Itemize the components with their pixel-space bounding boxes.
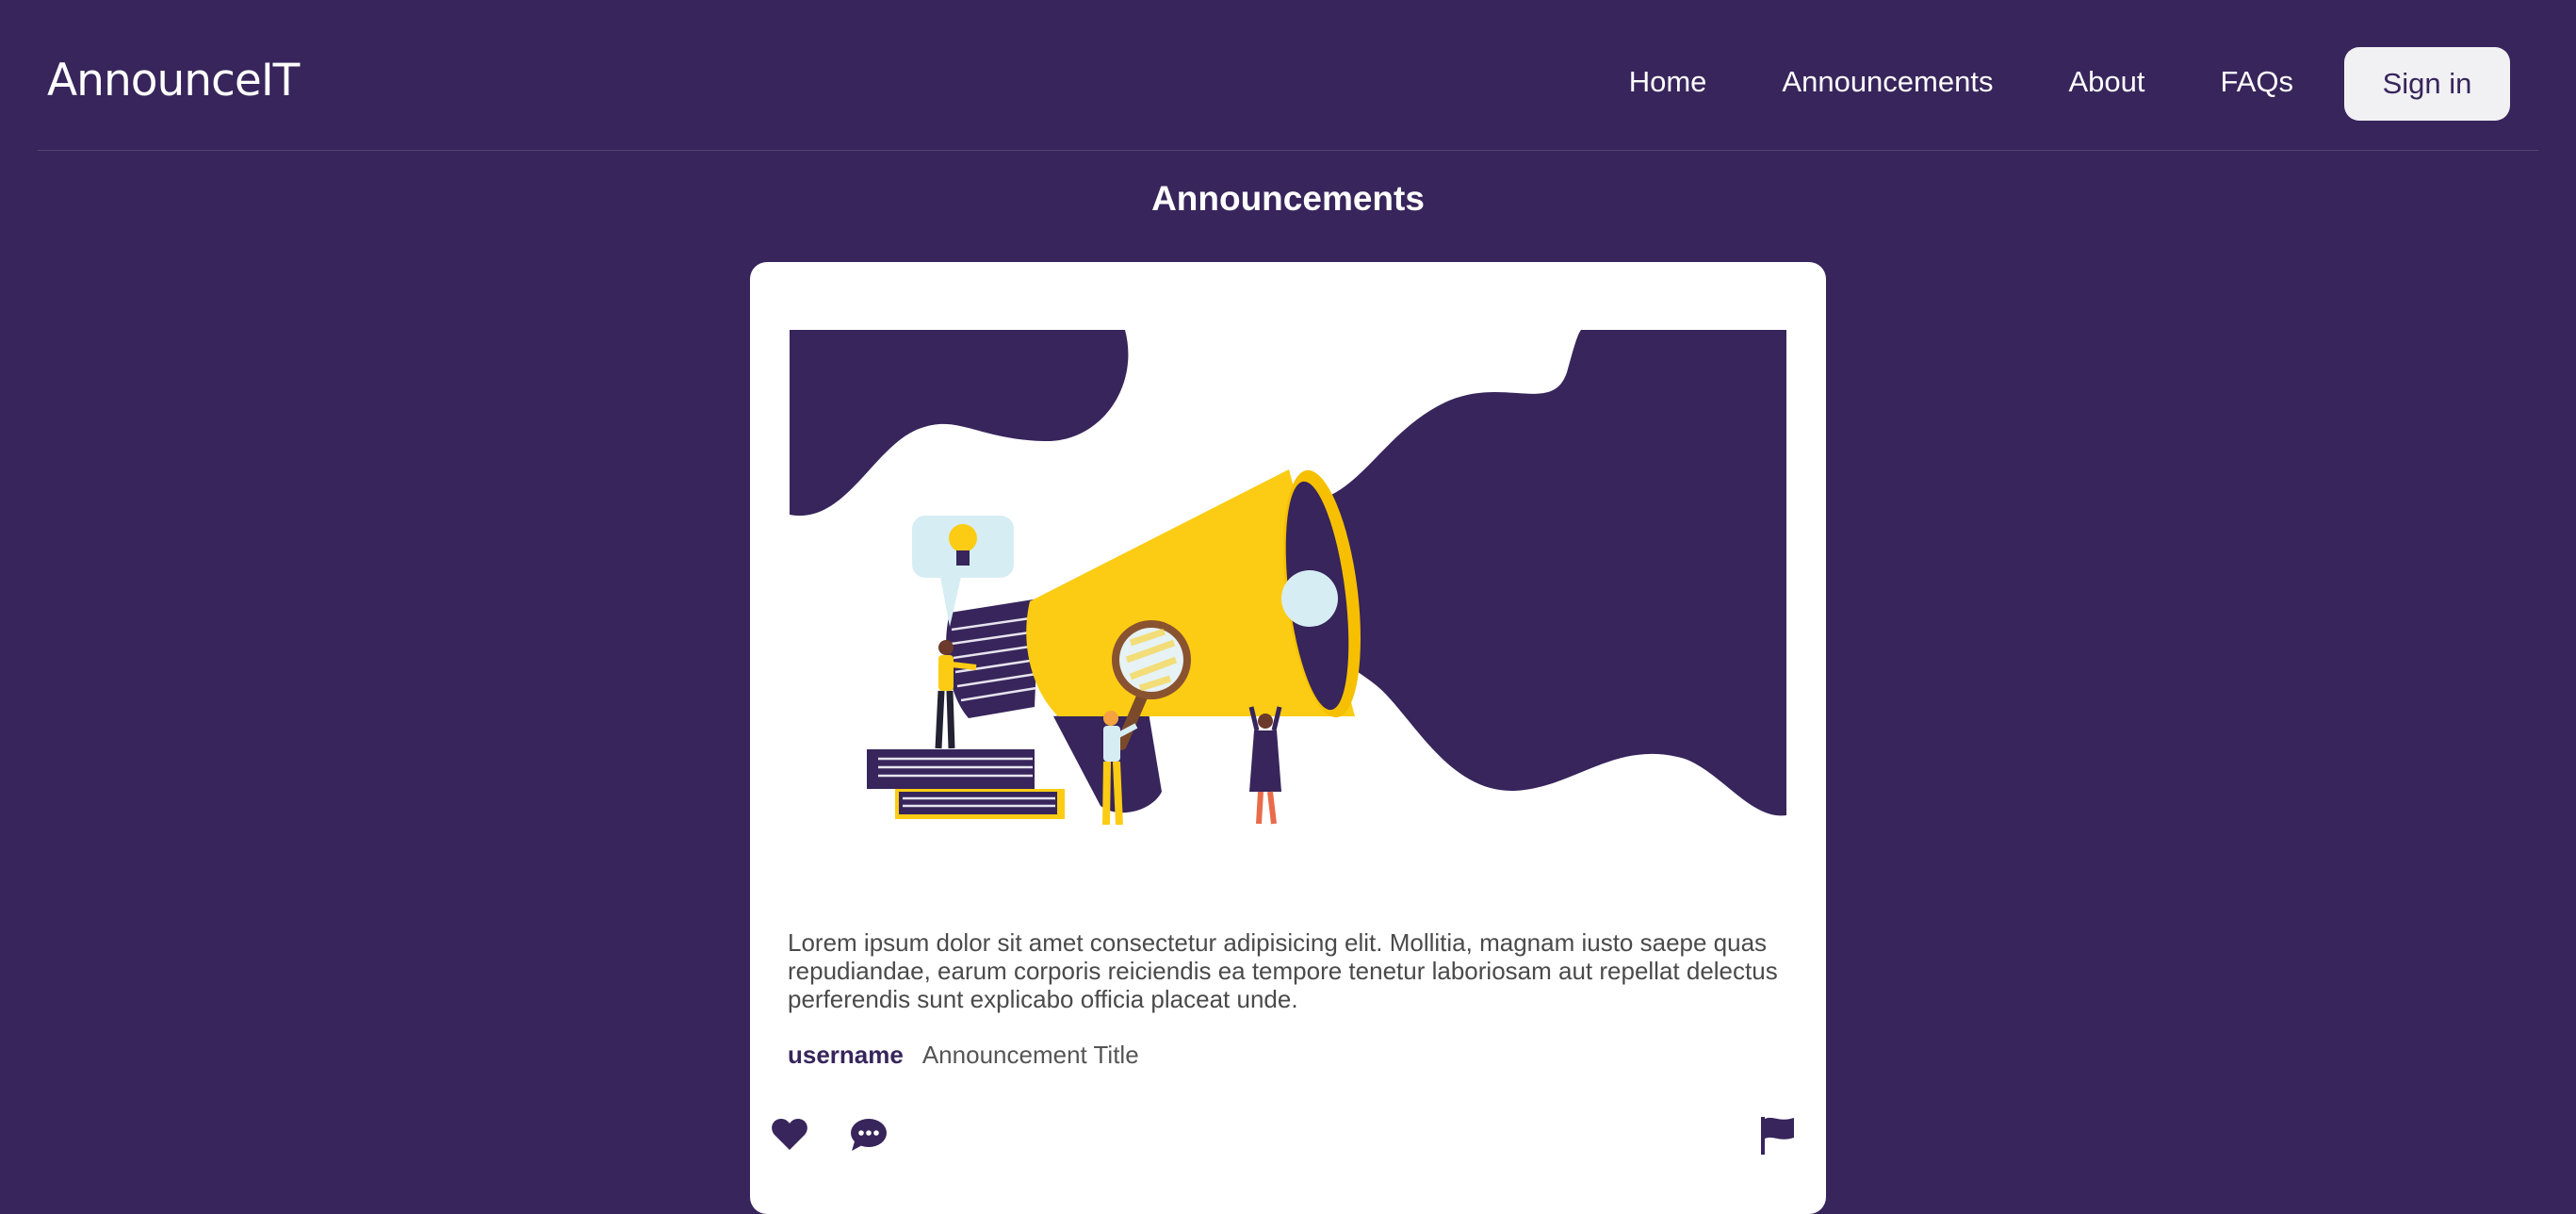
announcement-meta: username Announcement Title: [788, 1041, 1139, 1070]
like-button[interactable]: [765, 1110, 814, 1159]
announcement-illustration: [790, 330, 1786, 826]
nav-link-announcements[interactable]: Announcements: [1782, 65, 1993, 99]
nav-link-about[interactable]: About: [2068, 65, 2144, 99]
announcement-title: Announcement Title: [921, 1041, 1139, 1069]
sign-in-button[interactable]: Sign in: [2344, 47, 2510, 121]
heart-icon: [772, 1119, 807, 1150]
report-button[interactable]: [1753, 1110, 1802, 1159]
comment-icon: [851, 1119, 887, 1151]
app-logo[interactable]: AnnounceIT: [47, 55, 300, 107]
navbar: AnnounceIT Home Announcements About FAQs…: [38, 0, 2538, 151]
nav-link-home[interactable]: Home: [1629, 65, 1707, 99]
page-title: Announcements: [1151, 179, 1425, 218]
nav-links: Home Announcements About FAQs: [1629, 0, 2293, 166]
announcement-card: Lorem ipsum dolor sit amet consectetur a…: [750, 262, 1826, 1214]
comment-button[interactable]: [844, 1110, 893, 1159]
nav-link-faqs[interactable]: FAQs: [2220, 65, 2293, 99]
author-username[interactable]: username: [788, 1041, 904, 1070]
announcement-body: Lorem ipsum dolor sit amet consectetur a…: [788, 928, 1778, 1013]
flag-icon: [1761, 1117, 1794, 1155]
